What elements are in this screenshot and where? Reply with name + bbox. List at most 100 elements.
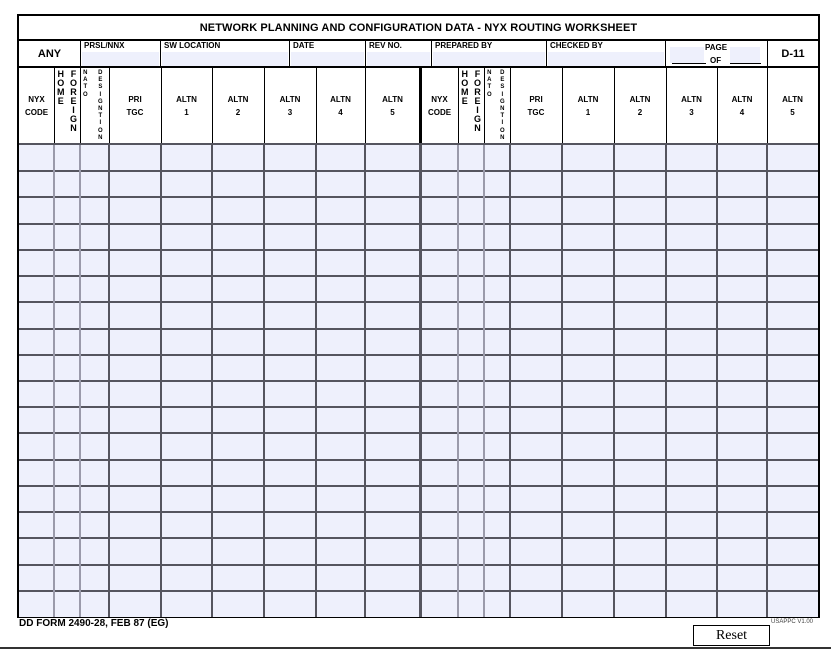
date-input[interactable] [291, 52, 364, 66]
cell-home[interactable] [486, 225, 509, 249]
cell-altn-2[interactable] [266, 383, 315, 407]
cell-nato-designation[interactable] [111, 251, 160, 276]
cell-altn-3[interactable] [769, 540, 817, 564]
cell-foreign[interactable] [82, 592, 108, 616]
cell-altn-4[interactable] [367, 199, 419, 223]
cell-nato-designation[interactable] [111, 278, 160, 302]
cell-nyx-code[interactable] [460, 147, 483, 171]
cell-home[interactable] [56, 566, 79, 590]
cell-home[interactable] [56, 461, 79, 485]
cell-altn-4[interactable] [367, 540, 419, 564]
cell-altn-5[interactable] [422, 383, 457, 407]
cell-altn-3[interactable] [769, 409, 817, 433]
cell-nyx-code[interactable] [460, 592, 483, 616]
cell-home[interactable] [56, 409, 79, 433]
cell-foreign[interactable] [82, 566, 108, 590]
cell-altn-3[interactable] [318, 356, 364, 380]
cell-pri-tgc[interactable] [616, 225, 665, 249]
cell-pri-tgc[interactable] [616, 461, 665, 485]
cell-altn-5[interactable] [422, 566, 457, 590]
cell-nato-designation[interactable] [564, 487, 613, 512]
cell-nyx-code[interactable] [21, 173, 53, 197]
cell-nyx-code[interactable] [21, 592, 53, 616]
cell-foreign[interactable] [512, 487, 561, 512]
cell-altn-4[interactable] [367, 435, 419, 459]
cell-altn-1[interactable] [214, 225, 263, 249]
cell-altn-5[interactable] [422, 173, 457, 197]
cell-pri-tgc[interactable] [163, 383, 211, 407]
cell-altn-1[interactable] [668, 514, 716, 538]
cell-foreign[interactable] [512, 566, 561, 590]
cell-nato-designation[interactable] [111, 147, 160, 171]
cell-home[interactable] [486, 540, 509, 564]
cell-nato-designation[interactable] [564, 147, 613, 171]
cell-pri-tgc[interactable] [616, 409, 665, 433]
cell-home[interactable] [56, 147, 79, 171]
cell-altn-3[interactable] [769, 592, 817, 616]
cell-altn-2[interactable] [719, 461, 766, 485]
cell-altn-2[interactable] [719, 199, 766, 223]
cell-altn-3[interactable] [318, 278, 364, 302]
cell-nyx-code[interactable] [21, 409, 53, 433]
cell-nato-designation[interactable] [564, 330, 613, 354]
cell-altn-3[interactable] [769, 225, 817, 249]
cell-altn-1[interactable] [668, 592, 716, 616]
cell-foreign[interactable] [82, 278, 108, 302]
cell-altn-2[interactable] [266, 592, 315, 616]
cell-pri-tgc[interactable] [616, 251, 665, 276]
cell-nyx-code[interactable] [460, 304, 483, 328]
cell-nyx-code[interactable] [21, 278, 53, 302]
cell-altn-5[interactable] [422, 409, 457, 433]
cell-altn-2[interactable] [719, 251, 766, 276]
cell-pri-tgc[interactable] [163, 356, 211, 380]
cell-altn-4[interactable] [367, 409, 419, 433]
cell-altn-2[interactable] [719, 566, 766, 590]
cell-home[interactable] [486, 383, 509, 407]
cell-altn-4[interactable] [367, 461, 419, 485]
cell-home[interactable] [486, 173, 509, 197]
cell-altn-1[interactable] [214, 383, 263, 407]
cell-pri-tgc[interactable] [616, 592, 665, 616]
cell-nato-designation[interactable] [111, 173, 160, 197]
cell-altn-3[interactable] [769, 330, 817, 354]
cell-altn-4[interactable] [367, 173, 419, 197]
cell-altn-5[interactable] [422, 487, 457, 512]
cell-nato-designation[interactable] [564, 409, 613, 433]
cell-nyx-code[interactable] [460, 199, 483, 223]
cell-altn-3[interactable] [769, 514, 817, 538]
cell-home[interactable] [56, 251, 79, 276]
cell-nyx-code[interactable] [460, 356, 483, 380]
cell-nyx-code[interactable] [460, 278, 483, 302]
cell-foreign[interactable] [512, 199, 561, 223]
cell-altn-3[interactable] [318, 330, 364, 354]
cell-home[interactable] [56, 435, 79, 459]
cell-altn-4[interactable] [367, 147, 419, 171]
cell-pri-tgc[interactable] [163, 435, 211, 459]
cell-home[interactable] [486, 304, 509, 328]
cell-altn-3[interactable] [318, 435, 364, 459]
cell-altn-1[interactable] [214, 251, 263, 276]
cell-home[interactable] [56, 330, 79, 354]
cell-home[interactable] [486, 435, 509, 459]
cell-nato-designation[interactable] [564, 304, 613, 328]
cell-nato-designation[interactable] [564, 173, 613, 197]
cell-altn-3[interactable] [318, 461, 364, 485]
cell-altn-3[interactable] [318, 592, 364, 616]
prepared-by-input[interactable] [433, 52, 545, 66]
cell-foreign[interactable] [82, 461, 108, 485]
cell-pri-tgc[interactable] [163, 225, 211, 249]
cell-nato-designation[interactable] [111, 540, 160, 564]
cell-altn-1[interactable] [668, 409, 716, 433]
cell-altn-1[interactable] [214, 435, 263, 459]
cell-altn-1[interactable] [668, 330, 716, 354]
cell-nyx-code[interactable] [460, 225, 483, 249]
cell-pri-tgc[interactable] [616, 383, 665, 407]
cell-home[interactable] [486, 592, 509, 616]
cell-pri-tgc[interactable] [616, 304, 665, 328]
cell-pri-tgc[interactable] [163, 566, 211, 590]
cell-altn-3[interactable] [769, 461, 817, 485]
cell-altn-2[interactable] [719, 330, 766, 354]
cell-foreign[interactable] [512, 225, 561, 249]
cell-altn-1[interactable] [668, 540, 716, 564]
cell-pri-tgc[interactable] [163, 592, 211, 616]
